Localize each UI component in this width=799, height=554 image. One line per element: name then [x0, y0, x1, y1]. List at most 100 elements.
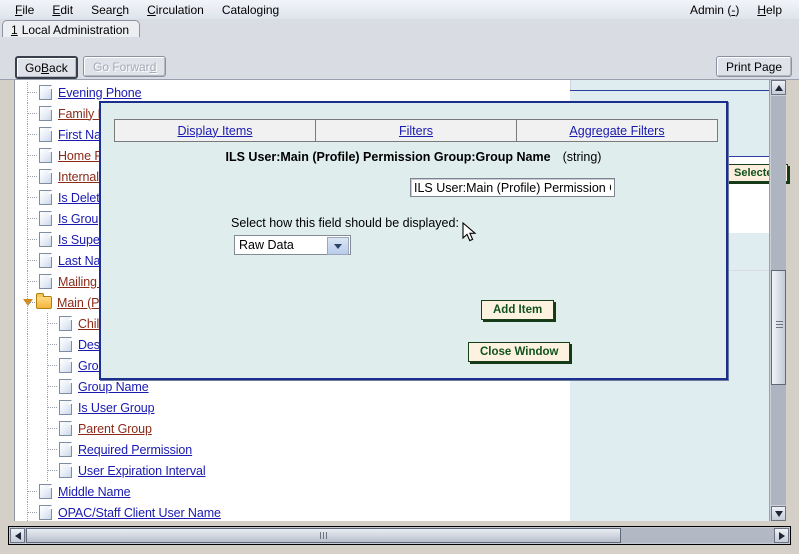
horizontal-scrollbar[interactable]	[8, 526, 791, 545]
add-item-label: Add Item	[493, 304, 542, 316]
dialog-field-type: (string)	[563, 150, 602, 164]
tree-item-label[interactable]: Evening Phone	[58, 86, 142, 100]
panel-divider	[570, 80, 571, 90]
tree-item-content: Middle Name	[39, 484, 131, 499]
menu-bar-right-group: Admin (-) Help	[681, 2, 799, 18]
tree-item[interactable]: Middle Name	[15, 481, 570, 502]
scroll-grip-icon	[320, 532, 327, 539]
folder-icon	[36, 296, 52, 309]
tree-guide-line	[27, 418, 29, 439]
document-icon	[59, 379, 72, 394]
dialog-tab-filters[interactable]: Filters	[316, 120, 517, 141]
field-label-input[interactable]	[410, 178, 615, 197]
tree-guide-tick	[47, 470, 57, 472]
scroll-grip-icon	[776, 321, 783, 328]
document-icon	[39, 169, 52, 184]
tree-item-content: Parent Group	[59, 421, 152, 436]
scroll-up-arrow-icon[interactable]	[771, 80, 786, 95]
tree-item[interactable]: Is User Group	[15, 397, 570, 418]
document-icon	[39, 106, 52, 121]
tree-item-content: Evening Phone	[39, 85, 142, 100]
print-page-label: Print Page	[726, 60, 782, 74]
menu-item-search[interactable]: Search	[82, 2, 138, 18]
tree-item-label[interactable]: User Expiration Interval	[78, 464, 206, 478]
tree-guide-tick	[27, 218, 37, 220]
menu-item-circulation[interactable]: Circulation	[138, 2, 213, 18]
tree-guide-tick	[27, 176, 37, 178]
add-item-button[interactable]: Add Item	[481, 300, 554, 320]
close-window-label: Close Window	[480, 346, 558, 358]
tree-item-label[interactable]: Parent Group	[78, 422, 152, 436]
dialog-tab-display-items[interactable]: Display Items	[115, 120, 316, 141]
tree-guide-tick	[27, 155, 37, 157]
menu-item-cataloging[interactable]: Cataloging	[213, 2, 288, 18]
go-back-button[interactable]: Go Back	[15, 56, 78, 79]
document-icon	[39, 253, 52, 268]
tree-guide-tick	[27, 281, 37, 283]
menu-item-help[interactable]: Help	[748, 2, 791, 18]
vertical-scrollbar[interactable]	[769, 80, 786, 521]
vertical-scroll-thumb[interactable]	[771, 270, 786, 385]
tab-label: Local Administration	[22, 23, 129, 37]
tree-guide-tick	[27, 197, 37, 199]
application-window: File Edit Search Circulation Cataloging …	[0, 0, 799, 554]
menu-item-admin[interactable]: Admin (-)	[681, 2, 748, 18]
dialog-tab-aggregate-filters-label: Aggregate Filters	[569, 124, 664, 138]
document-icon	[59, 316, 72, 331]
document-icon	[39, 85, 52, 100]
tab-mnemonic: 1	[11, 23, 18, 37]
tree-guide-tick	[47, 344, 57, 346]
tree-item-label[interactable]: Required Permission	[78, 443, 192, 457]
tree-item[interactable]: Required Permission	[15, 439, 570, 460]
tree-guide-tick	[27, 239, 37, 241]
dialog-tab-bar: Display Items Filters Aggregate Filters	[114, 119, 718, 142]
tree-guide-tick	[47, 428, 57, 430]
document-icon	[39, 211, 52, 226]
tree-item[interactable]: Parent Group	[15, 418, 570, 439]
menu-bar-left-group: File Edit Search Circulation Cataloging	[0, 2, 288, 18]
document-icon	[59, 463, 72, 478]
tree-guide-line	[27, 334, 29, 355]
display-format-select[interactable]: Raw Data	[234, 235, 351, 255]
dialog-field-path: ILS User:Main (Profile) Permission Group…	[226, 150, 551, 164]
menu-bar: File Edit Search Circulation Cataloging …	[0, 0, 799, 20]
tree-guide-tick	[47, 323, 57, 325]
tree-item-content: User Expiration Interval	[59, 463, 206, 478]
close-window-button[interactable]: Close Window	[468, 342, 570, 362]
scroll-down-arrow-icon[interactable]	[771, 506, 786, 521]
horizontal-scroll-thumb[interactable]	[26, 528, 621, 543]
document-icon	[39, 505, 52, 520]
tree-guide-line	[27, 376, 29, 397]
document-icon	[39, 127, 52, 142]
tab-local-administration[interactable]: 1 Local Administration	[2, 20, 140, 38]
dialog-tab-filters-label: Filters	[399, 124, 433, 138]
panel-top-rule	[570, 90, 784, 91]
tree-item[interactable]: Evening Phone	[15, 82, 570, 103]
document-icon	[59, 400, 72, 415]
tree-item-label[interactable]: Middle Name	[58, 485, 131, 499]
document-icon	[59, 358, 72, 373]
document-icon	[39, 274, 52, 289]
scroll-left-arrow-icon[interactable]	[10, 528, 25, 543]
tree-item-content: Required Permission	[59, 442, 192, 457]
tree-guide-tick	[27, 491, 37, 493]
document-icon	[59, 421, 72, 436]
print-page-button[interactable]: Print Page	[716, 56, 792, 77]
tree-item[interactable]: OPAC/Staff Client User Name	[15, 502, 570, 521]
tree-item-label[interactable]: Is User Group	[78, 401, 155, 415]
go-forward-button[interactable]: Go Forward	[83, 56, 166, 77]
tree-item-label[interactable]: OPAC/Staff Client User Name	[58, 506, 221, 520]
dialog-tab-aggregate-filters[interactable]: Aggregate Filters	[517, 120, 717, 141]
menu-item-file[interactable]: File	[6, 2, 43, 18]
tree-guide-tick	[27, 260, 37, 262]
tree-item[interactable]: User Expiration Interval	[15, 460, 570, 481]
tree-guide-line	[27, 313, 29, 334]
menu-item-edit[interactable]: Edit	[43, 2, 82, 18]
tree-item-label[interactable]: Group Name	[78, 380, 149, 394]
document-icon	[39, 190, 52, 205]
scroll-right-arrow-icon[interactable]	[774, 528, 789, 543]
tree-guide-tick	[47, 449, 57, 451]
tab-strip: 1 Local Administration	[0, 19, 799, 38]
field-configuration-dialog: Display Items Filters Aggregate Filters …	[99, 101, 728, 380]
tree-guide-line	[27, 397, 29, 418]
